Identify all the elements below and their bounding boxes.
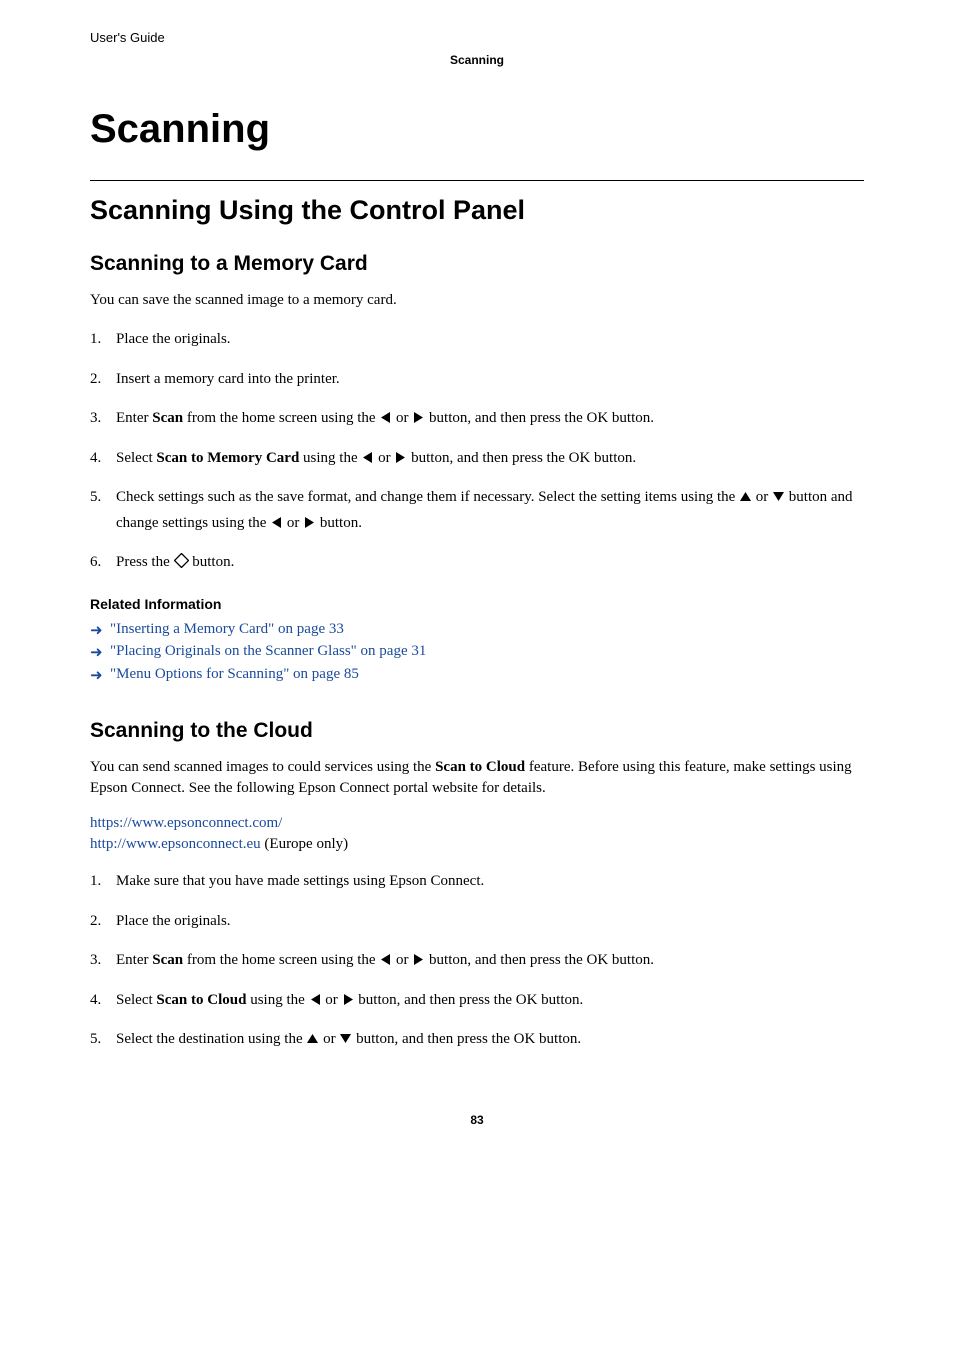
step-item: Enter Scan from the home screen using th…	[90, 948, 864, 974]
related-link[interactable]: "Inserting a Memory Card" on page 33	[110, 621, 344, 637]
step-text: Enter	[116, 952, 152, 968]
related-info-heading: Related Information	[90, 596, 864, 612]
step-strong: Scan	[152, 952, 183, 968]
step-text: button.	[316, 515, 362, 531]
intro-strong: Scan to Cloud	[435, 759, 525, 775]
section-title: Scanning Using the Control Panel	[90, 180, 864, 226]
step-item: Check settings such as the save format, …	[90, 485, 864, 536]
down-arrow-icon	[339, 1032, 352, 1045]
step-item: Place the originals.	[90, 909, 864, 935]
up-arrow-icon	[739, 490, 752, 503]
step-text: using the	[299, 450, 361, 466]
left-arrow-icon	[379, 411, 392, 424]
step-item: Insert a memory card into the printer.	[90, 367, 864, 393]
epsonconnect-eu-link[interactable]: http://www.epsonconnect.eu	[90, 836, 261, 852]
step-text: using the	[246, 992, 308, 1008]
down-arrow-icon	[772, 490, 785, 503]
step-text: Select	[116, 450, 156, 466]
step-text: or	[283, 515, 303, 531]
intro-paragraph: You can send scanned images to could ser…	[90, 757, 864, 799]
right-arrow-icon	[342, 993, 355, 1006]
right-arrow-icon	[412, 411, 425, 424]
left-arrow-icon	[361, 451, 374, 464]
step-text: or	[374, 450, 394, 466]
up-arrow-icon	[306, 1032, 319, 1045]
arrow-icon: ➜	[90, 642, 103, 665]
related-item: ➜ "Placing Originals on the Scanner Glas…	[90, 640, 864, 663]
step-text: or	[392, 952, 412, 968]
steps-list-cloud: Make sure that you have made settings us…	[90, 869, 864, 1053]
step-text: or	[392, 410, 412, 426]
page-number: 83	[90, 1113, 864, 1127]
step-text: Check settings such as the save format, …	[116, 489, 739, 505]
left-arrow-icon	[309, 993, 322, 1006]
related-item: ➜ "Menu Options for Scanning" on page 85	[90, 663, 864, 686]
chapter-title: Scanning	[90, 107, 864, 152]
step-item: Press the button.	[90, 550, 864, 576]
step-item: Select Scan to Cloud using the or button…	[90, 988, 864, 1014]
step-item: Select Scan to Memory Card using the or …	[90, 446, 864, 472]
step-strong: Scan to Memory Card	[156, 450, 299, 466]
step-text: button, and then press the OK button.	[425, 952, 654, 968]
subsection-memory-card: Scanning to a Memory Card	[90, 252, 864, 276]
left-arrow-icon	[379, 953, 392, 966]
step-item: Make sure that you have made settings us…	[90, 869, 864, 895]
step-text: button, and then press the OK button.	[425, 410, 654, 426]
right-arrow-icon	[303, 516, 316, 529]
breadcrumb: Scanning	[90, 53, 864, 67]
step-item: Place the originals.	[90, 327, 864, 353]
related-link[interactable]: "Menu Options for Scanning" on page 85	[110, 666, 359, 682]
epsonconnect-com-link[interactable]: https://www.epsonconnect.com/	[90, 815, 282, 831]
intro-text: You can send scanned images to could ser…	[90, 759, 435, 775]
step-text: from the home screen using the	[183, 952, 379, 968]
step-text: or	[319, 1031, 339, 1047]
right-arrow-icon	[394, 451, 407, 464]
step-text: button, and then press the OK button.	[355, 992, 584, 1008]
step-text: button, and then press the OK button.	[352, 1031, 581, 1047]
right-arrow-icon	[412, 953, 425, 966]
step-strong: Scan to Cloud	[156, 992, 246, 1008]
steps-list-memory: Place the originals. Insert a memory car…	[90, 327, 864, 576]
step-item: Enter Scan from the home screen using th…	[90, 406, 864, 432]
subsection-cloud: Scanning to the Cloud	[90, 719, 864, 743]
step-text: from the home screen using the	[183, 410, 379, 426]
step-text: button, and then press the OK button.	[407, 450, 636, 466]
step-text: Enter	[116, 410, 152, 426]
step-text: Select the destination using the	[116, 1031, 306, 1047]
step-text: Select	[116, 992, 156, 1008]
step-text: or	[752, 489, 772, 505]
url-line: https://www.epsonconnect.com/	[90, 815, 864, 832]
intro-paragraph: You can save the scanned image to a memo…	[90, 290, 864, 311]
left-arrow-icon	[270, 516, 283, 529]
related-link[interactable]: "Placing Originals on the Scanner Glass"…	[110, 643, 426, 659]
step-text: button.	[189, 554, 235, 570]
start-diamond-icon	[174, 553, 189, 568]
related-item: ➜ "Inserting a Memory Card" on page 33	[90, 618, 864, 641]
doc-type-label: User's Guide	[90, 30, 864, 45]
arrow-icon: ➜	[90, 620, 103, 643]
eu-only-note: (Europe only)	[261, 836, 348, 852]
url-line: http://www.epsonconnect.eu (Europe only)	[90, 836, 864, 853]
step-text: or	[322, 992, 342, 1008]
arrow-icon: ➜	[90, 665, 103, 688]
related-list: ➜ "Inserting a Memory Card" on page 33 ➜…	[90, 618, 864, 686]
step-item: Select the destination using the or butt…	[90, 1027, 864, 1053]
step-strong: Scan	[152, 410, 183, 426]
step-text: Press the	[116, 554, 174, 570]
